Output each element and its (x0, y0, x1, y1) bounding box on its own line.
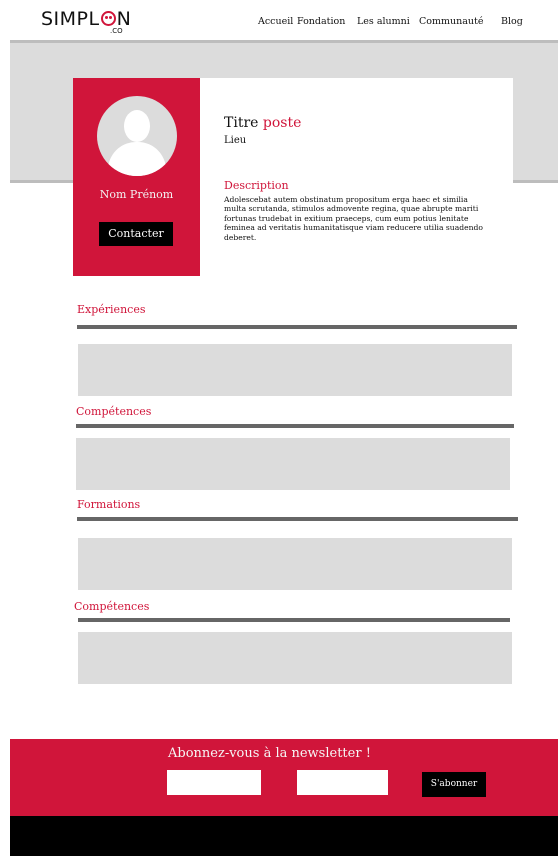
newsletter-title: Abonnez-vous à la newsletter ! (168, 746, 371, 761)
description-text: Adolescebat autem obstinatum propositum … (224, 195, 483, 242)
logo-smiley-icon (100, 11, 116, 26)
newsletter-section: Abonnez-vous à la newsletter ! S'abonner (10, 739, 558, 816)
nav-blog[interactable]: Blog (501, 16, 523, 27)
logo-suffix: .CO (110, 27, 123, 35)
description-heading: Description (224, 179, 289, 192)
profile-details: Titre poste Lieu Description Adolescebat… (200, 78, 513, 276)
newsletter-input-1[interactable] (167, 770, 261, 795)
subscribe-button[interactable]: S'abonner (422, 772, 486, 797)
section-title-competences-2: Compétences (74, 600, 150, 613)
section-divider (77, 325, 517, 329)
competences-2-content (78, 632, 512, 684)
formations-content (78, 538, 512, 590)
section-title-competences: Compétences (76, 405, 152, 418)
contact-button[interactable]: Contacter (99, 222, 173, 246)
competences-content (76, 438, 510, 490)
user-avatar-icon (97, 96, 177, 176)
newsletter-input-2[interactable] (297, 770, 388, 795)
section-divider (78, 618, 510, 622)
footer (10, 816, 558, 856)
profile-name: Nom Prénom (99, 188, 174, 201)
section-title-experiences: Expériences (77, 303, 146, 316)
logo-text: SIMPL (41, 8, 100, 30)
nav-fondation[interactable]: Fondation (297, 16, 345, 27)
job-title: Titre poste (224, 115, 301, 131)
profile-sidebar: Nom Prénom Contacter (73, 78, 200, 276)
nav-accueil[interactable]: Accueil (258, 16, 293, 27)
job-location: Lieu (224, 135, 247, 146)
job-title-accent: poste (262, 115, 302, 131)
nav-les-alumni[interactable]: Les alumni (357, 16, 410, 27)
section-divider (77, 517, 518, 521)
section-divider (76, 424, 514, 428)
experiences-content (78, 344, 512, 396)
job-title-prefix: Titre (224, 115, 259, 131)
section-title-formations: Formations (77, 498, 141, 511)
nav-communaute[interactable]: Communauté (419, 16, 483, 27)
